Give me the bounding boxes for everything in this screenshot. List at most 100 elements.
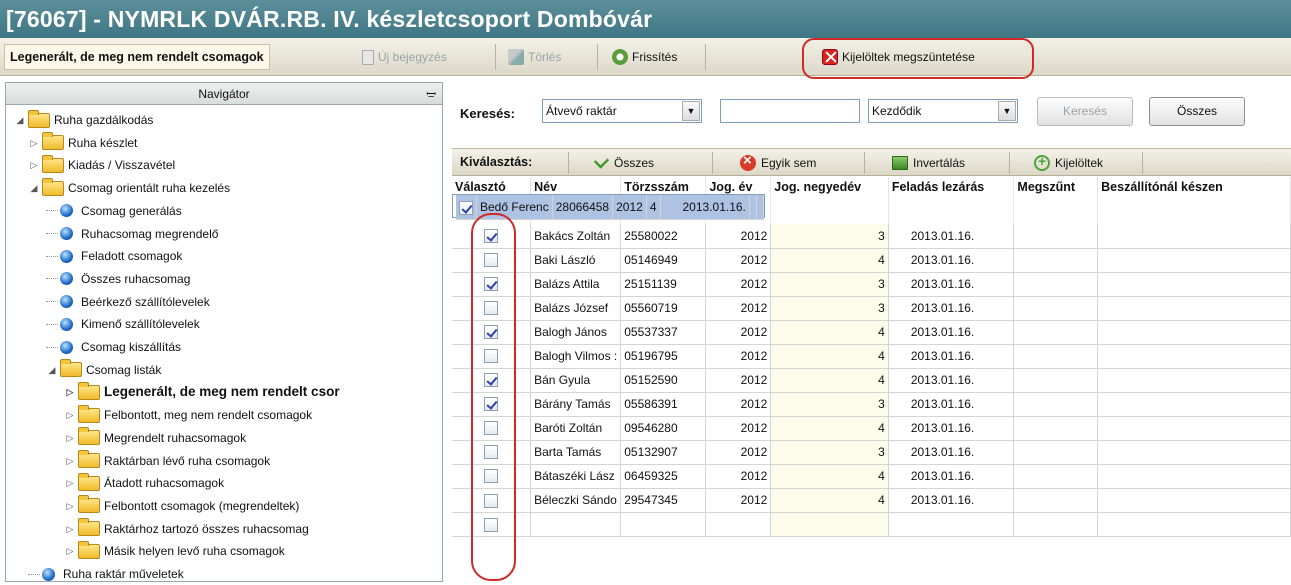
invert-selection-button[interactable]: Invertálás [892,153,965,173]
show-selected-button[interactable]: Kijelöltek [1034,153,1103,173]
cell-closed: 2013.01.16. [888,368,1015,393]
table-row[interactable]: Balázs József 05560719 2012 3 2013.01.16. [452,296,1291,321]
collapsed-arrow-icon[interactable]: ▷ [64,518,76,540]
cell-year: 2012 [612,195,647,220]
nav-item[interactable]: Csomag kiszállítás [46,336,181,358]
show-all-button[interactable]: Összes [1149,97,1245,126]
chevron-down-icon[interactable]: ▼ [998,101,1016,121]
nav-item[interactable]: ◢ Ruha gazdálkodás [14,109,153,131]
folder-icon [78,518,100,537]
expanded-arrow-icon[interactable]: ◢ [46,359,58,381]
table-row[interactable] [452,512,1291,537]
table-row[interactable]: Bedő Ferenc 28066458 2012 4 2013.01.16. [452,194,765,220]
nav-item[interactable]: ◢ Csomag listák [46,359,161,381]
column-header[interactable]: Jog. negyedév [770,177,889,224]
nav-item[interactable]: Beérkező szállítólevelek [46,291,210,313]
search-field-select[interactable]: Átvevő raktár ▼ [542,99,702,123]
table-row[interactable]: Baróti Zoltán 09546280 2012 4 2013.01.16. [452,416,1291,441]
folder-icon [42,132,64,151]
new-entry-button[interactable]: Új bejegyzés [362,46,447,68]
row-checkbox[interactable] [484,421,499,436]
collapsed-arrow-icon[interactable]: ▷ [64,495,76,517]
table-row[interactable]: Balogh Vilmos :05196795 2012 4 2013.01.16. [452,344,1291,369]
nav-item[interactable]: ▷ Ruha készlet [28,132,137,154]
cell-quarter [770,512,889,537]
row-checkbox[interactable] [484,277,499,292]
nav-item[interactable]: ▷ Legenerált, de meg nem rendelt csor [64,381,340,403]
pin-icon[interactable]: ꟷ̲ [426,83,436,105]
collapsed-arrow-icon[interactable]: ▷ [64,472,76,494]
nav-item[interactable]: ▷ Felbontott, meg nem rendelt csomagok [64,404,312,426]
collapsed-arrow-icon[interactable]: ▷ [64,404,76,426]
nav-item[interactable]: ▷ Átadott ruhacsomagok [64,472,224,494]
row-checkbox[interactable] [484,325,499,340]
table-row[interactable]: Bátaszéki Lász 06459325 2012 4 2013.01.16. [452,464,1291,489]
search-mode-select[interactable]: Kezdődik ▼ [868,99,1018,123]
chevron-down-icon[interactable]: ▼ [682,101,700,121]
cell-quarter: 3 [770,296,889,321]
collapsed-arrow-icon[interactable]: ▷ [64,381,76,403]
nav-item[interactable]: ▷ Megrendelt ruhacsomagok [64,427,246,449]
collapsed-arrow-icon[interactable]: ▷ [28,132,40,154]
row-checkbox[interactable] [484,397,499,412]
table-row[interactable]: Bárány Tamás 05586391 2012 3 2013.01.16. [452,392,1291,417]
expanded-arrow-icon[interactable]: ◢ [28,177,40,199]
cell-name: Balogh János [530,320,622,345]
column-header[interactable]: Beszállítónál készen [1097,177,1291,224]
nav-item[interactable]: Feladott csomagok [46,245,182,267]
invert-icon [892,156,908,170]
nav-item[interactable]: Ruhacsomag megrendelő [46,223,218,245]
row-checkbox[interactable] [484,301,499,316]
nav-item[interactable]: Csomag generálás [46,200,182,222]
table-row[interactable]: Balogh János 05537337 2012 4 2013.01.16. [452,320,1291,345]
delete-button[interactable]: Törlés [508,46,561,68]
row-checkbox[interactable] [484,493,499,508]
checkbox-cell [452,440,532,465]
nav-item[interactable]: ▷ Másik helyen levő ruha csomagok [64,540,285,562]
nav-item[interactable]: ▷ Raktárhoz tartozó összes ruhacsomag [64,518,309,540]
cell-ceased [1013,488,1099,513]
nav-item[interactable]: Összes ruhacsomag [46,268,190,290]
row-checkbox[interactable] [484,373,499,388]
row-checkbox[interactable] [484,229,499,244]
column-header[interactable]: Feladás lezárás [888,177,1015,224]
select-none-button[interactable]: Egyik sem [740,152,817,173]
collapsed-arrow-icon[interactable]: ▷ [64,450,76,472]
nav-item[interactable]: Kimenő szállítólevelek [46,313,200,335]
select-all-button[interactable]: Összes [593,153,654,173]
table-row[interactable]: Bán Gyula 05152590 2012 4 2013.01.16. [452,368,1291,393]
table-row[interactable]: Baki László 05146949 2012 4 2013.01.16. [452,248,1291,273]
row-checkbox[interactable] [484,349,499,364]
active-view-tab[interactable]: Legenerált, de meg nem rendelt csomagok [4,44,270,70]
collapsed-arrow-icon[interactable]: ▷ [28,154,40,176]
page-icon [42,567,55,581]
cell-id: 29547345 [620,488,707,513]
nav-item[interactable]: ▷ Felbontott csomagok (megrendeltek) [64,495,299,517]
search-button[interactable]: Keresés [1037,97,1133,126]
row-checkbox[interactable] [459,200,473,215]
collapsed-arrow-icon[interactable]: ▷ [64,540,76,562]
search-input[interactable] [720,99,860,123]
select-none-label: Egyik sem [761,156,817,170]
delete-label: Törlés [528,50,562,64]
table-row[interactable]: Balázs Attila 25151139 2012 3 2013.01.16. [452,272,1291,297]
cell-closed: 2013.01.16. [888,392,1015,417]
checkbox-cell [452,416,532,441]
row-checkbox[interactable] [484,517,499,532]
nav-item[interactable]: ◢ Csomag orientált ruha kezelés [28,177,230,199]
column-header[interactable]: Megszűnt [1013,177,1099,224]
nav-item[interactable]: Ruha raktár műveletek [28,563,184,581]
table-row[interactable]: Bakács Zoltán 25580022 2012 3 2013.01.16. [452,224,1291,249]
collapsed-arrow-icon[interactable]: ▷ [64,427,76,449]
row-checkbox[interactable] [484,469,499,484]
refresh-button[interactable]: Frissítés [612,46,677,68]
row-checkbox[interactable] [484,445,499,460]
row-checkbox[interactable] [484,253,499,268]
clear-selection-button[interactable]: Kijelöltek megszüntetése [822,46,975,68]
table-row[interactable]: Béleczki Sándo 29547345 2012 4 2013.01.16. [452,488,1291,513]
window-title: [76067] - NYMRLK DVÁR.RB. IV. készletcso… [0,0,1291,38]
table-row[interactable]: Barta Tamás 05132907 2012 3 2013.01.16. [452,440,1291,465]
nav-item[interactable]: ▷ Kiadás / Visszavétel [28,154,175,176]
nav-item[interactable]: ▷ Raktárban lévő ruha csomagok [64,450,270,472]
expanded-arrow-icon[interactable]: ◢ [14,109,26,131]
